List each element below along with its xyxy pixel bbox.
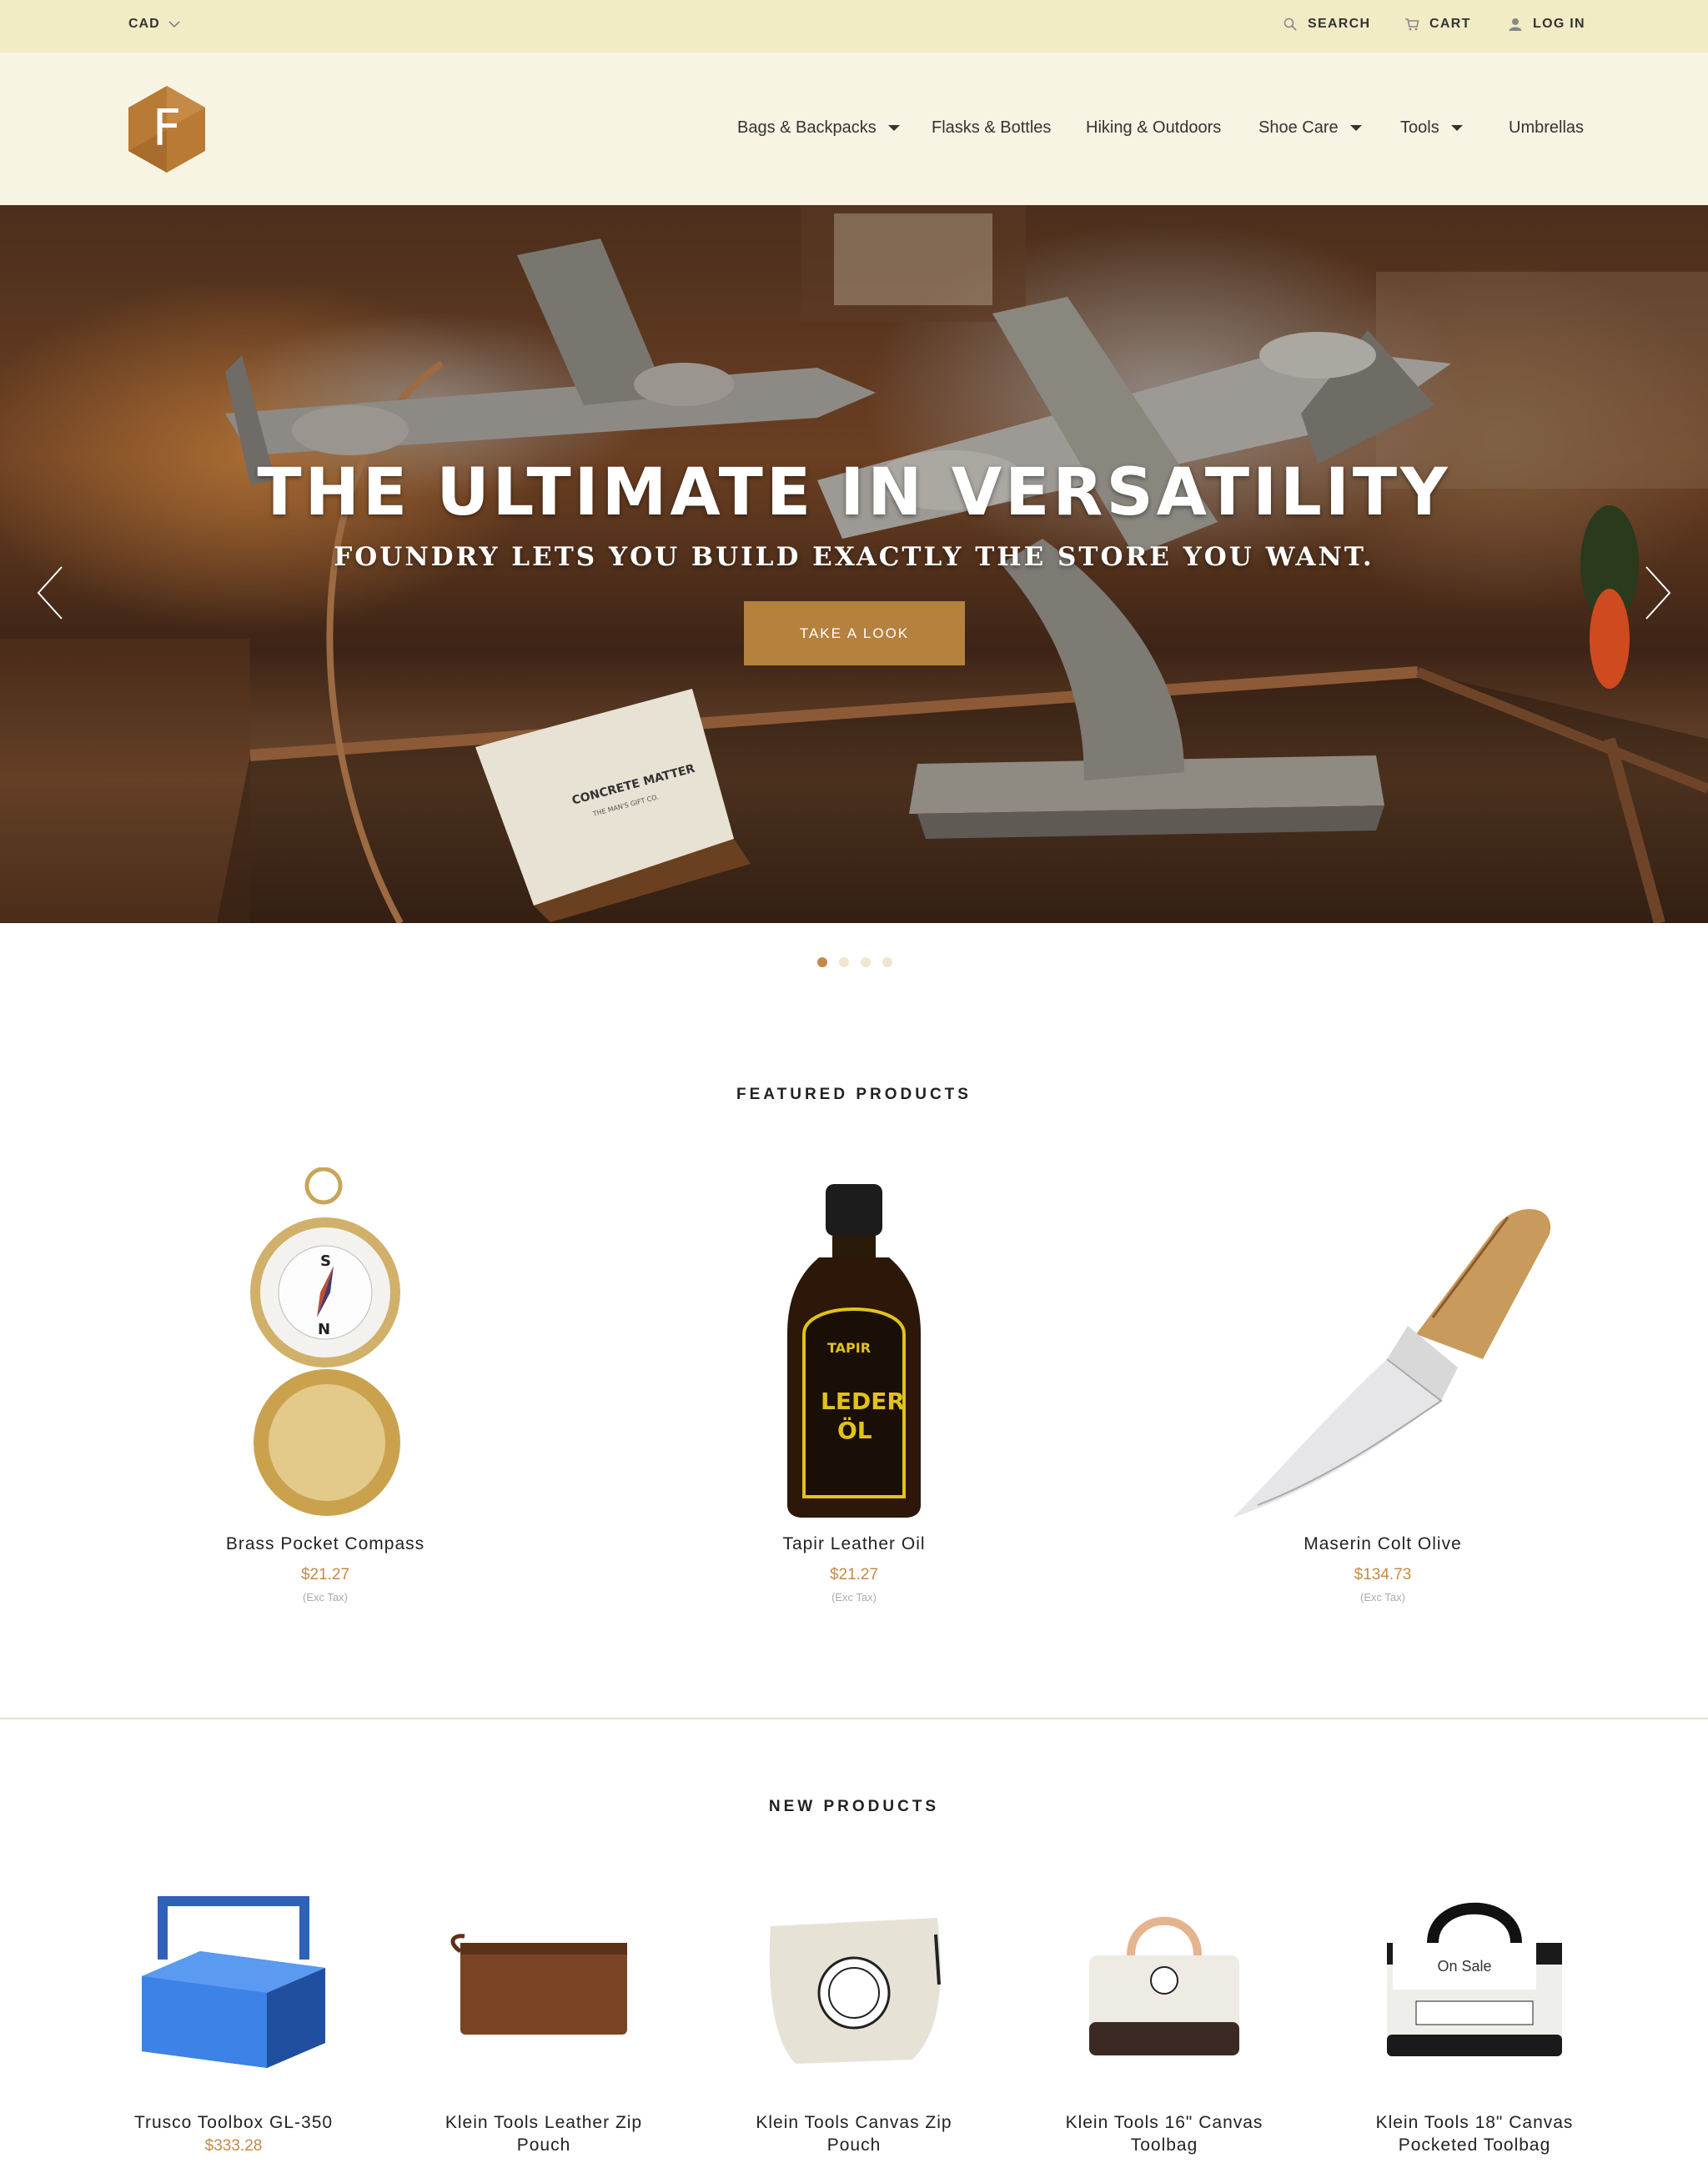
product-price: $134.73	[1354, 1566, 1412, 1583]
product-name[interactable]: Trusco Toolbox GL-350	[125, 2111, 342, 2134]
product-price: $21.27	[829, 1566, 879, 1583]
product-name[interactable]: Klein Tools Leather Zip Pouch	[435, 2111, 652, 2156]
product-image-knife[interactable]	[1208, 1167, 1558, 1518]
leather-pouch-image	[450, 1934, 627, 2035]
chevron-down-icon	[168, 21, 180, 28]
slide-dot-2[interactable]	[839, 957, 849, 967]
product-name[interactable]: Klein Tools 16" Canvas Toolbag	[1056, 2111, 1273, 2156]
login-link[interactable]: LOG IN	[1508, 17, 1585, 32]
nav-label: Umbrellas	[1509, 118, 1585, 137]
nav-item-shoe-care[interactable]: Shoe Care	[1258, 118, 1362, 138]
toolbox-image	[142, 1896, 325, 2068]
product-card: Trusco Toolbox GL-350 $333.28	[125, 1876, 342, 2155]
currency-label: CAD	[128, 17, 160, 31]
product-price: $21.27	[300, 1566, 350, 1583]
on-sale-badge: On Sale	[1393, 1943, 1536, 1990]
search-icon	[1284, 18, 1297, 31]
product-card: S N Brass Pocket Compass $21.27 (Exc Tax…	[150, 1167, 500, 1603]
currency-selector[interactable]: CAD	[128, 17, 180, 32]
product-card: On Sale Klein Tools 18" Canvas Pocketed …	[1366, 1876, 1583, 2156]
product-card: Klein Tools Canvas Zip Pouch	[746, 1876, 962, 2156]
product-card: Maserin Colt Olive $134.73 (Exc Tax)	[1208, 1167, 1558, 1603]
tax-note: (Exc Tax)	[831, 1591, 877, 1603]
slideshow-pagination	[817, 957, 892, 967]
product-image-18-toolbag[interactable]: On Sale	[1366, 1876, 1583, 2093]
compass-image: S N	[250, 1167, 400, 1516]
product-image-leather-pouch[interactable]	[435, 1876, 652, 2093]
top-utility-bar: CAD SEARCH CART LOG IN	[0, 0, 1708, 53]
caret-down-icon	[887, 125, 900, 131]
slide-dot-4[interactable]	[882, 957, 892, 967]
product-price: $333.28	[204, 2137, 263, 2155]
caret-down-icon	[1450, 125, 1463, 131]
product-card: Klein Tools Leather Zip Pouch	[435, 1876, 652, 2156]
take-a-look-button[interactable]: TAKE A LOOK	[744, 601, 965, 665]
slide-dot-1[interactable]	[817, 957, 827, 967]
canvas-pouch-image	[769, 1918, 941, 2064]
next-slide-arrow-icon[interactable]	[1641, 564, 1675, 622]
caret-down-icon	[1349, 125, 1362, 131]
nav-label: Shoe Care	[1258, 118, 1339, 137]
hero-title: THE ULTIMATE IN VERSATILITY	[257, 455, 1451, 530]
product-image-toolbox[interactable]	[125, 1876, 342, 2093]
product-name[interactable]: Tapir Leather Oil	[679, 1534, 1029, 1554]
product-card: Klein Tools 16" Canvas Toolbag	[1056, 1876, 1273, 2156]
hero-slideshow: CONCRETE MATTER THE MAN'S GIFT CO. THE U…	[0, 205, 1708, 923]
toolbag-16-image	[1089, 1916, 1239, 2055]
nav-item-flasks-bottles[interactable]: Flasks & Bottles	[932, 118, 1051, 138]
svg-text:TAPIR: TAPIR	[827, 1340, 871, 1356]
logo-letter: F	[152, 99, 182, 158]
store-logo[interactable]: F	[127, 84, 207, 174]
nav-item-umbrellas[interactable]: Umbrellas	[1509, 118, 1584, 138]
cart-link[interactable]: CART	[1404, 17, 1471, 32]
search-label: SEARCH	[1308, 17, 1371, 31]
tax-note: (Exc Tax)	[303, 1591, 348, 1603]
product-image-16-toolbag[interactable]	[1056, 1876, 1273, 2093]
login-label: LOG IN	[1533, 17, 1585, 31]
section-divider	[0, 1718, 1708, 1719]
nav-item-hiking-outdoors[interactable]: Hiking & Outdoors	[1086, 118, 1221, 138]
product-name[interactable]: Brass Pocket Compass	[150, 1534, 500, 1554]
featured-products-heading: FEATURED PRODUCTS	[736, 1086, 972, 1103]
nav-label: Hiking & Outdoors	[1086, 118, 1222, 137]
knife-image	[1233, 1209, 1551, 1518]
bottle-image: TAPIR LEDER ÖL	[787, 1184, 921, 1518]
cart-label: CART	[1429, 17, 1471, 31]
cart-icon	[1405, 18, 1419, 31]
nav-label: Bags & Backpacks	[737, 118, 877, 137]
nav-label: Flasks & Bottles	[932, 118, 1052, 137]
user-icon	[1509, 18, 1522, 31]
site-header: F Bags & Backpacks Flasks & Bottles Hiki…	[0, 53, 1708, 205]
product-card: TAPIR LEDER ÖL Tapir Leather Oil $21.27 …	[679, 1167, 1029, 1603]
svg-text:LEDER: LEDER	[821, 1388, 905, 1415]
previous-slide-arrow-icon[interactable]	[33, 564, 67, 622]
nav-item-tools[interactable]: Tools	[1400, 118, 1463, 138]
svg-text:ÖL: ÖL	[837, 1416, 872, 1444]
product-name[interactable]: Klein Tools Canvas Zip Pouch	[746, 2111, 962, 2156]
search-link[interactable]: SEARCH	[1283, 17, 1370, 32]
slide-dot-3[interactable]	[861, 957, 871, 967]
nav-item-bags-backpacks[interactable]: Bags & Backpacks	[737, 118, 900, 138]
svg-text:S: S	[320, 1252, 331, 1270]
product-name[interactable]: Maserin Colt Olive	[1208, 1534, 1558, 1554]
nav-label: Tools	[1400, 118, 1439, 137]
product-image-compass[interactable]: S N	[150, 1167, 500, 1518]
product-image-leather-oil[interactable]: TAPIR LEDER ÖL	[679, 1167, 1029, 1518]
tax-note: (Exc Tax)	[1360, 1591, 1405, 1603]
svg-text:N: N	[318, 1321, 330, 1338]
hero-subtitle: FOUNDRY LETS YOU BUILD EXACTLY THE STORE…	[334, 542, 1374, 572]
product-name[interactable]: Klein Tools 18" Canvas Pocketed Toolbag	[1366, 2111, 1583, 2156]
product-image-canvas-pouch[interactable]	[746, 1876, 962, 2093]
new-products-heading: NEW PRODUCTS	[768, 1798, 940, 1815]
